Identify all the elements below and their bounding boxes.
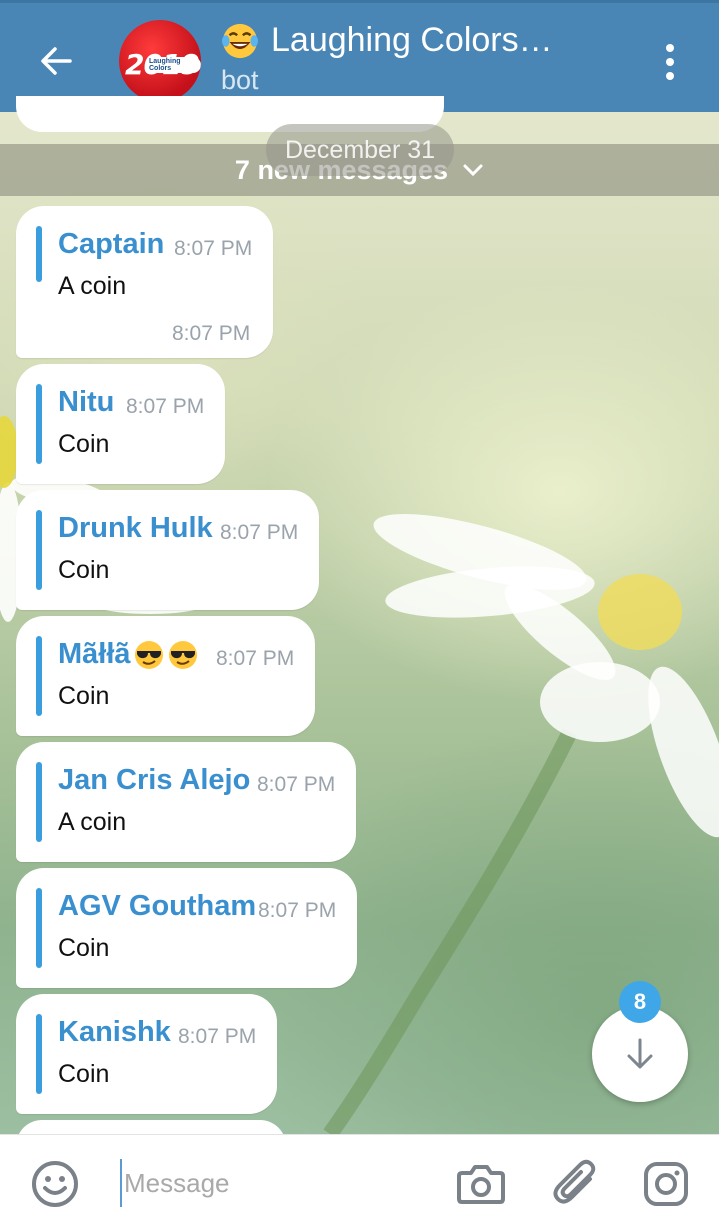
reply-quote-bar <box>36 636 42 716</box>
sender-name[interactable]: Captain <box>58 228 164 261</box>
message-text: Coin <box>58 1060 110 1088</box>
message-bubble[interactable]: Kanishk 8:07 PM Coin <box>16 994 277 1114</box>
emoji-button[interactable] <box>30 1159 80 1214</box>
dot-icon <box>666 72 674 80</box>
message-bubble[interactable]: Drunk Hulk 8:07 PM Coin <box>16 490 319 610</box>
avatar-label: Laughing Colors <box>147 57 201 73</box>
sunglasses-emoji-icon <box>168 641 197 670</box>
message-time: 8:07 PM <box>174 237 253 260</box>
message-bubble[interactable]: Captain 8:07 PM A coin 8:07 PM <box>16 206 273 358</box>
message-input[interactable] <box>120 1159 440 1207</box>
message-bubble[interactable]: Mãłłã 8:07 PM Coin <box>16 616 315 736</box>
sunglasses-emoji-icon <box>134 641 163 670</box>
camera-icon <box>457 1165 505 1204</box>
smiley-icon <box>32 1161 78 1207</box>
message-bubble[interactable]: AGV Goutham 8:07 PM Coin <box>16 868 357 988</box>
chat-title-row[interactable]: Laughing Colors… <box>221 21 553 60</box>
chat-subtitle: bot <box>221 65 259 95</box>
attach-button[interactable] <box>552 1159 600 1214</box>
sender-name: Mãłłã <box>58 638 131 670</box>
paperclip-icon <box>553 1159 596 1204</box>
sender-name[interactable]: AGV Goutham <box>58 890 256 923</box>
sender-name[interactable]: Kanishk <box>58 1016 171 1049</box>
more-menu-button[interactable] <box>650 37 690 87</box>
reply-quote-bar <box>36 226 42 282</box>
sender-name[interactable]: Nitu <box>58 386 114 419</box>
instagram-icon <box>644 1162 688 1206</box>
camera-button[interactable] <box>456 1161 506 1212</box>
sender-name[interactable]: Jan Cris Alejo <box>58 764 250 797</box>
message-composer <box>0 1134 719 1232</box>
message-text: A coin <box>58 808 127 836</box>
message-text: Coin <box>58 430 110 458</box>
reply-quote-bar <box>36 1014 42 1094</box>
reply-quote-bar <box>36 384 42 464</box>
sender-name[interactable]: Drunk Hulk <box>58 512 213 545</box>
message-text: A coin <box>58 272 127 300</box>
message-text: Coin <box>58 682 110 710</box>
reply-quote-bar <box>36 888 42 968</box>
message-text: Coin <box>58 556 110 584</box>
message-time: 8:07 PM <box>220 521 299 544</box>
message-bubble[interactable]: Nitu 8:07 PM Coin <box>16 364 225 484</box>
chat-title: Laughing Colors… <box>271 21 553 59</box>
reply-quote-bar <box>36 510 42 590</box>
message-text: Coin <box>58 934 110 962</box>
message-footer-time: 8:07 PM <box>172 322 251 345</box>
dot-icon <box>666 44 674 52</box>
message-bubble[interactable]: Jan Cris Alejo 8:07 PM A coin <box>16 742 356 862</box>
reply-quote-bar <box>36 762 42 842</box>
date-badge: December 31 <box>266 124 454 176</box>
chat-avatar[interactable]: 2019 Laughing Colors <box>119 20 201 102</box>
laughing-tears-emoji-icon <box>221 23 259 58</box>
dot-icon <box>666 58 674 66</box>
instagram-button[interactable] <box>643 1161 689 1212</box>
back-button[interactable] <box>28 33 84 89</box>
chevron-down-icon <box>463 164 483 177</box>
unread-count-badge: 8 <box>619 981 661 1023</box>
message-time: 8:07 PM <box>257 773 336 796</box>
sender-name-row[interactable]: Mãłłã <box>58 638 199 671</box>
arrow-left-icon <box>41 47 72 75</box>
message-time: 8:07 PM <box>216 647 295 670</box>
message-time: 8:07 PM <box>178 1025 257 1048</box>
arrow-down-icon <box>627 1038 653 1069</box>
message-time: 8:07 PM <box>126 395 205 418</box>
message-time: 8:07 PM <box>258 899 337 922</box>
